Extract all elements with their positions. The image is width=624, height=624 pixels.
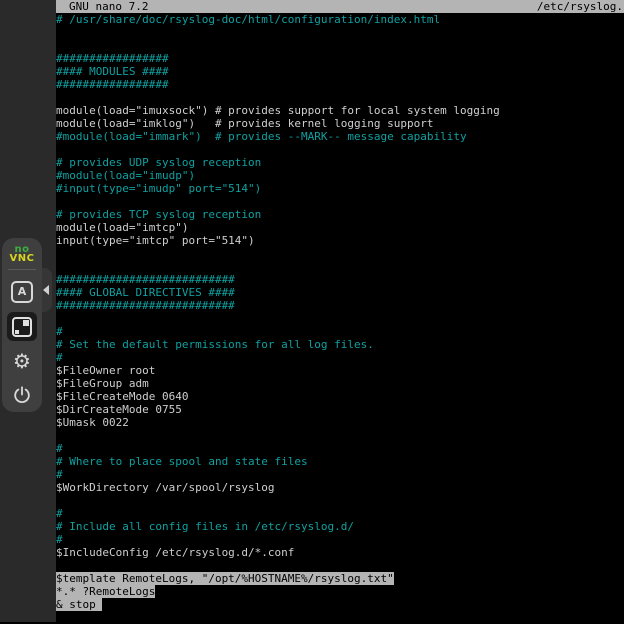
nano-version-label: GNU nano 7.2 bbox=[56, 0, 148, 13]
terminal-line: # provides TCP syslog reception bbox=[56, 208, 624, 221]
terminal-line: module(load="imklog") # provides kernel … bbox=[56, 117, 624, 130]
fullscreen-button[interactable] bbox=[7, 312, 37, 342]
terminal-line: #### MODULES #### bbox=[56, 65, 624, 78]
terminal-line: #### GLOBAL DIRECTIVES #### bbox=[56, 286, 624, 299]
terminal-line: # provides UDP syslog reception bbox=[56, 156, 624, 169]
terminal-line: $template RemoteLogs, "/opt/%HOSTNAME%/r… bbox=[56, 572, 624, 585]
terminal-line: #module(load="imudp") bbox=[56, 169, 624, 182]
nano-filename-label: /etc/rsyslog. bbox=[537, 0, 624, 13]
terminal-line: # bbox=[56, 442, 624, 455]
terminal-line bbox=[56, 247, 624, 260]
terminal-line: # bbox=[56, 507, 624, 520]
settings-button[interactable]: ⚙ bbox=[8, 347, 36, 375]
terminal-line: & stop bbox=[56, 598, 624, 611]
terminal-line bbox=[56, 429, 624, 442]
collapse-left-icon bbox=[43, 285, 49, 295]
terminal-line bbox=[56, 559, 624, 572]
terminal-line: # Include all config files in /etc/rsysl… bbox=[56, 520, 624, 533]
terminal-line: $FileGroup adm bbox=[56, 377, 624, 390]
terminal-line bbox=[56, 26, 624, 39]
terminal-line: *.* ?RemoteLogs bbox=[56, 585, 624, 598]
power-icon bbox=[12, 385, 32, 405]
terminal-line: ################# bbox=[56, 52, 624, 65]
terminal-line: module(load="imuxsock") # provides suppo… bbox=[56, 104, 624, 117]
terminal-line: # bbox=[56, 351, 624, 364]
terminal-line: # Where to place spool and state files bbox=[56, 455, 624, 468]
clipboard-button[interactable]: A bbox=[8, 278, 36, 306]
terminal-line: $FileOwner root bbox=[56, 364, 624, 377]
terminal-line: $DirCreateMode 0755 bbox=[56, 403, 624, 416]
terminal-line bbox=[56, 494, 624, 507]
terminal-line: # Set the default permissions for all lo… bbox=[56, 338, 624, 351]
terminal-line: # bbox=[56, 468, 624, 481]
terminal-line: ########################### bbox=[56, 273, 624, 286]
nano-titlebar: GNU nano 7.2 /etc/rsyslog. bbox=[56, 0, 624, 13]
vnc-terminal-screen[interactable]: GNU nano 7.2 /etc/rsyslog. # /usr/share/… bbox=[56, 0, 624, 622]
terminal-line: #module(load="immark") # provides --MARK… bbox=[56, 130, 624, 143]
terminal-line: ################# bbox=[56, 78, 624, 91]
boxed-A-icon: A bbox=[11, 281, 33, 303]
terminal-line: #input(type="imudp" port="514") bbox=[56, 182, 624, 195]
vnc-control-bar: no VNC A ⚙ bbox=[2, 238, 42, 412]
power-button[interactable] bbox=[8, 381, 36, 409]
terminal-line bbox=[56, 260, 624, 273]
terminal-line bbox=[56, 143, 624, 156]
terminal-line bbox=[56, 611, 624, 624]
novnc-logo: no VNC bbox=[10, 245, 35, 263]
terminal-line: # bbox=[56, 325, 624, 338]
novnc-logo-vnc: VNC bbox=[10, 254, 35, 263]
terminal-line: $Umask 0022 bbox=[56, 416, 624, 429]
gear-icon: ⚙ bbox=[13, 351, 31, 371]
terminal-line bbox=[56, 312, 624, 325]
nano-edit-buffer[interactable]: # /usr/share/doc/rsyslog-doc/html/config… bbox=[56, 13, 624, 624]
terminal-line: module(load="imtcp") bbox=[56, 221, 624, 234]
terminal-line: input(type="imtcp" port="514") bbox=[56, 234, 624, 247]
terminal-line: $IncludeConfig /etc/rsyslog.d/*.conf bbox=[56, 546, 624, 559]
terminal-line: # /usr/share/doc/rsyslog-doc/html/config… bbox=[56, 13, 624, 26]
terminal-line: $FileCreateMode 0640 bbox=[56, 390, 624, 403]
expand-icon bbox=[12, 317, 32, 337]
terminal-line bbox=[56, 39, 624, 52]
terminal-line: # bbox=[56, 533, 624, 546]
terminal-line: ########################### bbox=[56, 299, 624, 312]
terminal-line bbox=[56, 91, 624, 104]
terminal-line bbox=[56, 195, 624, 208]
terminal-line: $WorkDirectory /var/spool/rsyslog bbox=[56, 481, 624, 494]
toolbar-divider bbox=[8, 269, 36, 270]
